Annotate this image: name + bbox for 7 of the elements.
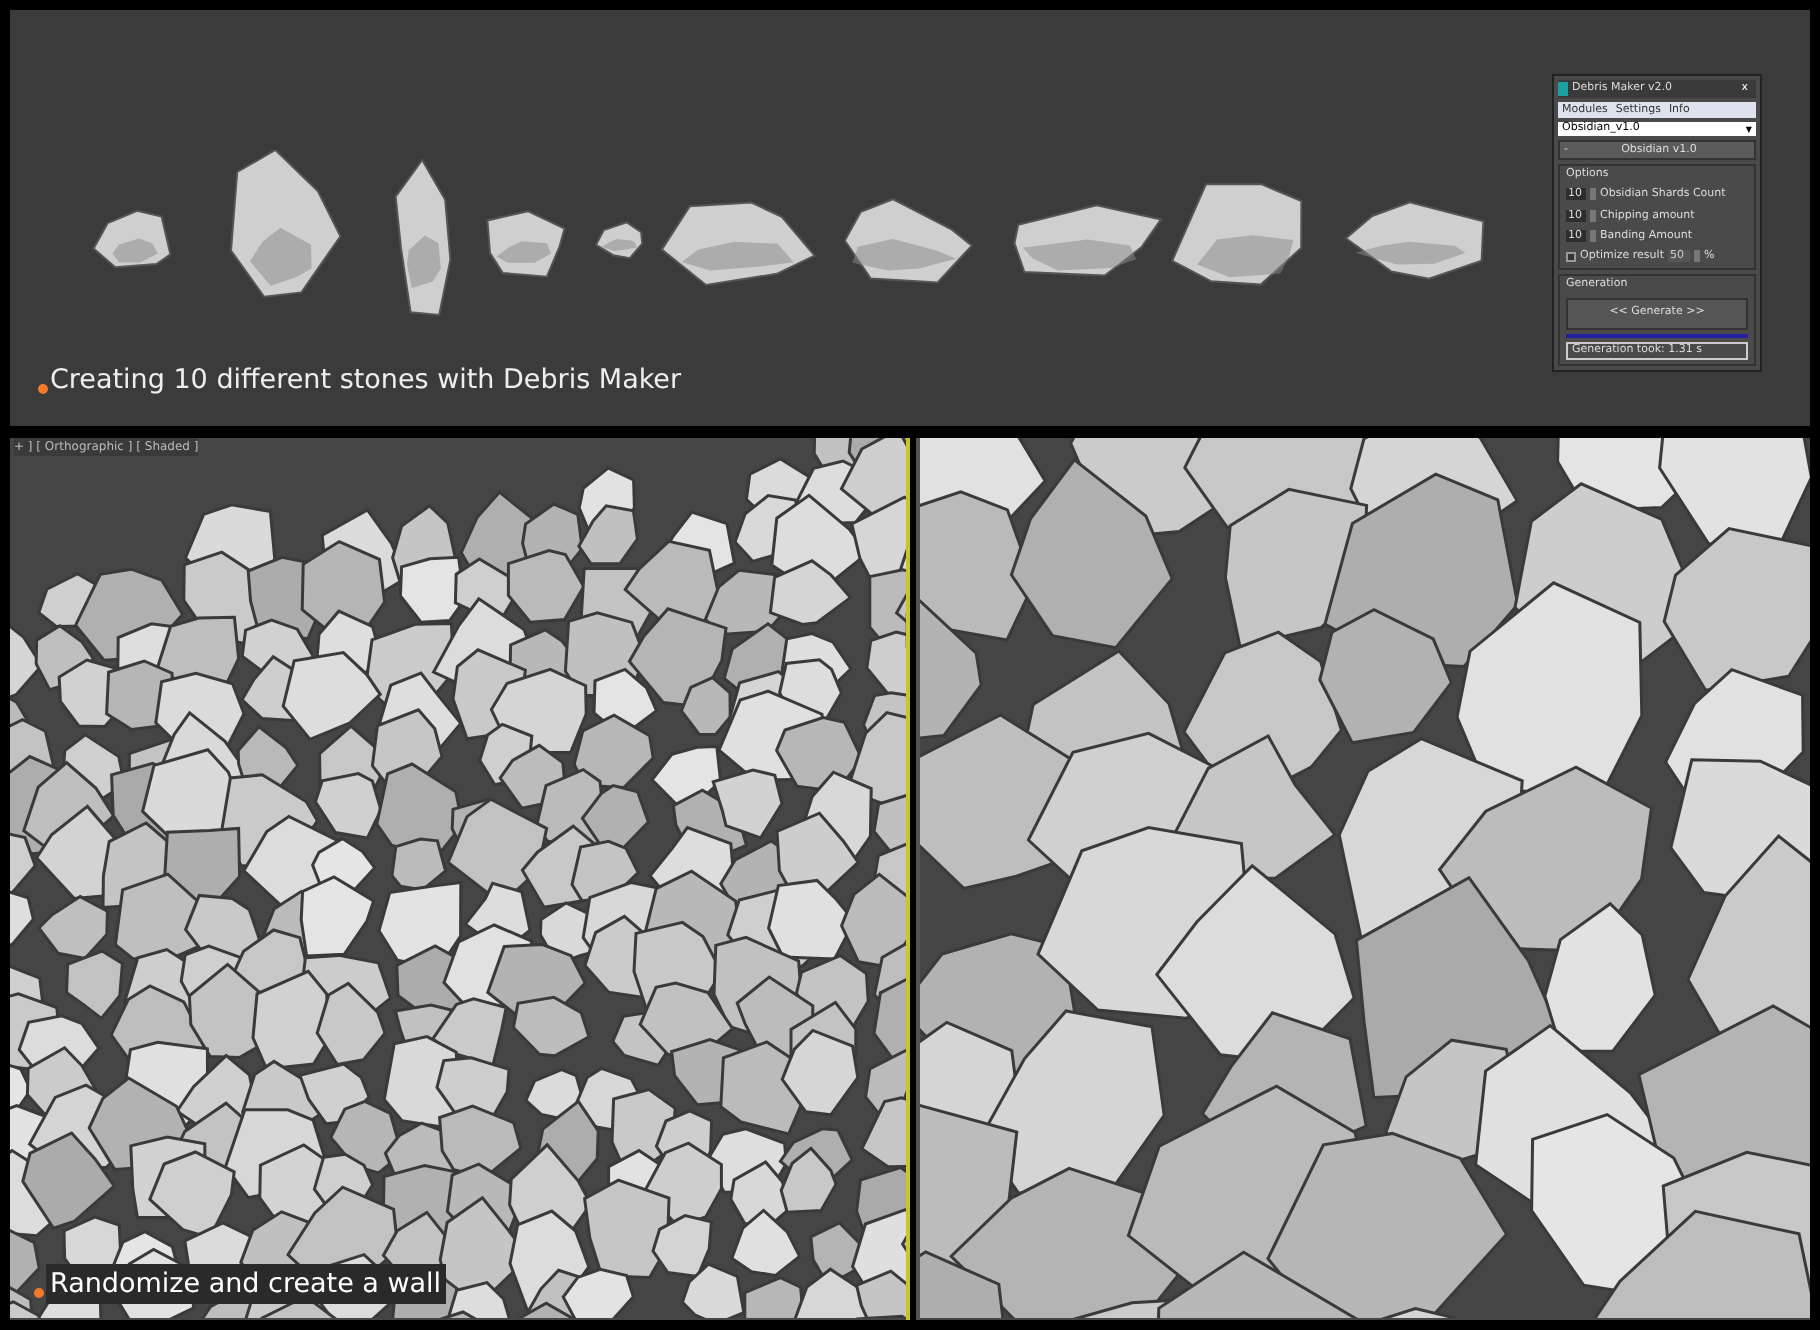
optimize-checkbox[interactable] (1566, 251, 1576, 262)
caption-text: Creating 10 different stones with Debris Maker (50, 362, 682, 400)
spinner-arrows-icon[interactable] (1693, 250, 1700, 263)
app-icon (1558, 82, 1568, 96)
caption-text: Randomize and create a wall (46, 1263, 446, 1304)
bullet-icon (34, 1288, 44, 1298)
bullet-icon (38, 384, 48, 395)
